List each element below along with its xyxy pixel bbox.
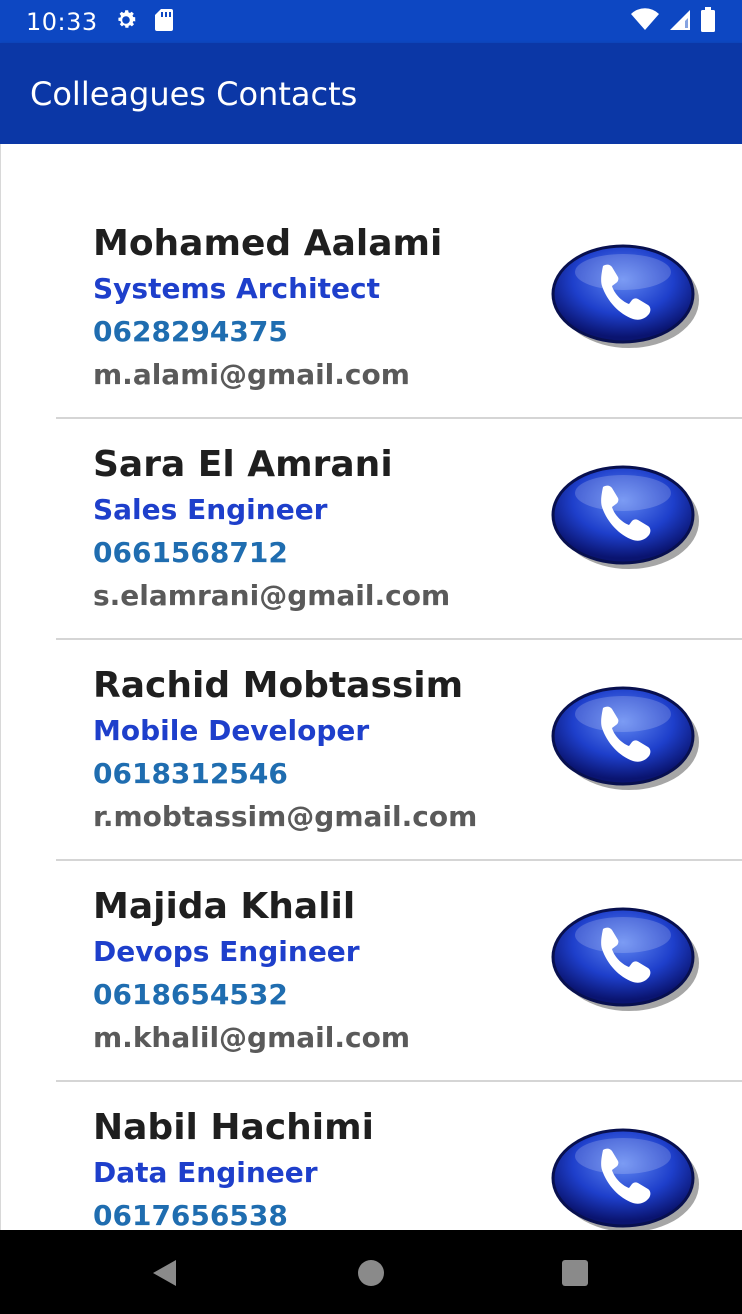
gear-icon xyxy=(114,8,138,36)
contact-row[interactable]: Sara El Amrani Sales Engineer 0661568712… xyxy=(56,419,742,640)
call-button[interactable] xyxy=(551,463,701,573)
contact-phone: 0618654532 xyxy=(93,978,288,1011)
contact-row[interactable]: Rachid Mobtassim Mobile Developer 061831… xyxy=(56,640,742,861)
contact-row[interactable]: Majida Khalil Devops Engineer 0618654532… xyxy=(56,861,742,1082)
contact-name: Nabil Hachimi xyxy=(93,1107,374,1148)
contact-job-title: Sales Engineer xyxy=(93,493,328,526)
call-button[interactable] xyxy=(551,905,701,1015)
contact-name: Sara El Amrani xyxy=(93,444,393,485)
contact-phone: 0617656538 xyxy=(93,1199,288,1230)
phone-icon xyxy=(551,463,701,573)
contact-job-title: Systems Architect xyxy=(93,272,381,305)
signal-icon xyxy=(668,8,692,36)
contact-details: Majida Khalil Devops Engineer 0618654532… xyxy=(93,883,410,1059)
contacts-list: Mohamed Aalami Systems Architect 0628294… xyxy=(1,198,742,1230)
call-button[interactable] xyxy=(551,1126,701,1230)
app-title: Colleagues Contacts xyxy=(30,74,358,113)
contact-job-title: Data Engineer xyxy=(93,1156,318,1189)
status-left: 10:33 xyxy=(26,8,174,36)
status-bar: 10:33 xyxy=(0,0,742,43)
status-right xyxy=(630,6,716,37)
call-button[interactable] xyxy=(551,684,701,794)
contact-phone: 0618312546 xyxy=(93,757,288,790)
contact-details: Sara El Amrani Sales Engineer 0661568712… xyxy=(93,441,450,617)
contact-row[interactable]: Mohamed Aalami Systems Architect 0628294… xyxy=(56,198,742,419)
phone-icon xyxy=(551,684,701,794)
contact-details: Mohamed Aalami Systems Architect 0628294… xyxy=(93,220,442,396)
contact-email: s.elamrani@gmail.com xyxy=(93,579,451,612)
sd-card-icon xyxy=(154,8,174,36)
navigation-bar xyxy=(0,1230,742,1314)
contact-row[interactable]: Nabil Hachimi Data Engineer 0617656538 xyxy=(56,1082,742,1230)
contact-job-title: Devops Engineer xyxy=(93,935,360,968)
contact-name: Mohamed Aalami xyxy=(93,223,443,264)
phone-icon xyxy=(551,905,701,1015)
contact-name: Majida Khalil xyxy=(93,886,356,927)
recents-icon[interactable] xyxy=(561,1258,589,1292)
home-icon[interactable] xyxy=(356,1258,386,1292)
contact-details: Rachid Mobtassim Mobile Developer 061831… xyxy=(93,662,477,838)
battery-icon xyxy=(700,6,716,37)
contact-details: Nabil Hachimi Data Engineer 0617656538 xyxy=(93,1104,374,1230)
contact-email: r.mobtassim@gmail.com xyxy=(93,800,478,833)
back-icon[interactable] xyxy=(150,1258,180,1292)
contact-name: Rachid Mobtassim xyxy=(93,665,464,706)
status-time: 10:33 xyxy=(26,7,98,36)
call-button[interactable] xyxy=(551,242,701,352)
contact-email: m.alami@gmail.com xyxy=(93,358,410,391)
contact-phone: 0628294375 xyxy=(93,315,288,348)
phone-icon xyxy=(551,242,701,352)
contacts-list-container[interactable]: Mohamed Aalami Systems Architect 0628294… xyxy=(0,144,742,1230)
contact-email: m.khalil@gmail.com xyxy=(93,1021,411,1054)
app-bar: Colleagues Contacts xyxy=(0,43,742,144)
contact-job-title: Mobile Developer xyxy=(93,714,370,747)
wifi-icon xyxy=(630,7,660,36)
phone-icon xyxy=(551,1126,701,1230)
contact-phone: 0661568712 xyxy=(93,536,288,569)
